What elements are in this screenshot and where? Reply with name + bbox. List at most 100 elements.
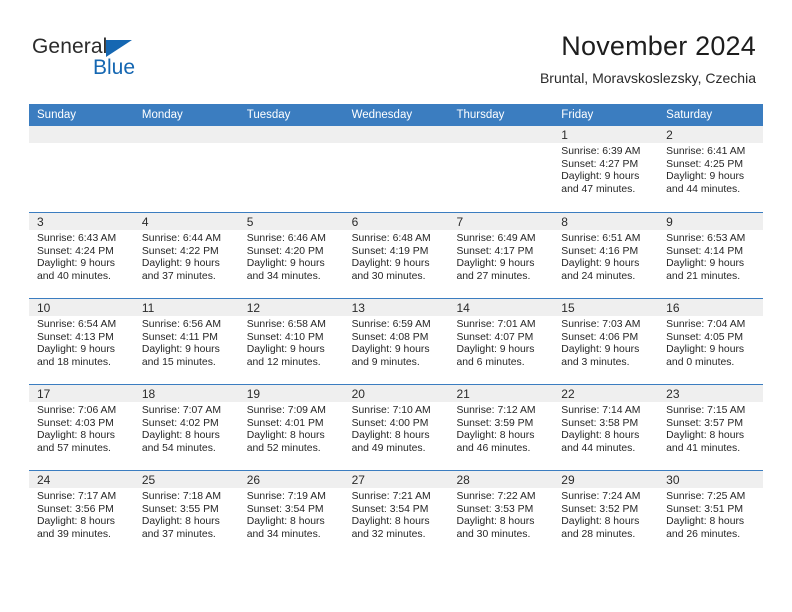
day-detail-line: Sunset: 3:57 PM	[666, 417, 743, 429]
calendar-day-cell[interactable]: 1 Sunrise: 6:39 AM Sunset: 4:27 PM Daylight…	[553, 126, 659, 212]
day-details: Sunrise: 6:51 AM Sunset: 4:16 PM Daylight:…	[553, 230, 658, 283]
calendar-day-cell[interactable]: 10 Sunrise: 6:54 AM Sunset: 4:13 PM Dayligh…	[29, 299, 134, 384]
day-detail-line: Sunrise: 7:22 AM	[456, 491, 536, 502]
day-detail-line: and 30 minutes.	[351, 270, 426, 282]
day-detail-line: and 47 minutes.	[561, 183, 636, 195]
day-detail-line: Sunset: 4:24 PM	[37, 245, 114, 257]
day-detail-line: Sunset: 3:51 PM	[666, 503, 743, 515]
calendar-day-cell[interactable]: 24 Sunrise: 7:17 AM Sunset: 3:56 PM Dayligh…	[29, 471, 134, 556]
day-detail-line: Daylight: 9 hours	[246, 344, 325, 356]
day-detail-line: Daylight: 9 hours	[37, 258, 115, 270]
day-detail-line: and 32 minutes.	[351, 528, 426, 540]
calendar-week-row: 1 Sunrise: 6:39 AM Sunset: 4:27 PM Daylight…	[29, 126, 764, 212]
day-details: Sunrise: 6:39 AM Sunset: 4:27 PM Daylight:…	[553, 143, 658, 196]
calendar-day-cell[interactable]: 12 Sunrise: 6:58 AM Sunset: 4:10 PM Dayligh…	[238, 299, 344, 384]
day-details: Sunrise: 7:17 AM Sunset: 3:56 PM Daylight:…	[29, 488, 134, 541]
day-detail-line: Sunrise: 6:41 AM	[666, 146, 746, 157]
day-number: 22	[561, 387, 575, 401]
day-detail-line: Sunrise: 7:09 AM	[246, 405, 326, 416]
calendar-day-cell-empty	[448, 126, 554, 212]
day-detail-line: and 3 minutes.	[561, 356, 630, 368]
day-number-band: 3	[29, 213, 134, 230]
calendar-day-cell[interactable]: 28 Sunrise: 7:22 AM Sunset: 3:53 PM Dayligh…	[448, 471, 554, 556]
day-detail-line: Sunrise: 7:10 AM	[351, 405, 431, 416]
calendar-day-cell[interactable]: 7 Sunrise: 6:49 AM Sunset: 4:17 PM Daylight…	[448, 213, 554, 298]
calendar-day-cell[interactable]: 4 Sunrise: 6:44 AM Sunset: 4:22 PM Daylight…	[133, 213, 239, 298]
day-detail-line: Sunrise: 7:04 AM	[666, 319, 746, 330]
calendar-day-cell[interactable]: 13 Sunrise: 6:59 AM Sunset: 4:08 PM Dayligh…	[343, 299, 449, 384]
day-detail-line: and 28 minutes.	[561, 528, 636, 540]
day-detail-line: and 0 minutes.	[666, 356, 735, 368]
day-detail-line: Daylight: 9 hours	[351, 258, 430, 270]
day-number-band: 30	[658, 471, 764, 488]
day-detail-line: Daylight: 9 hours	[666, 344, 745, 356]
day-details: Sunrise: 6:54 AM Sunset: 4:13 PM Daylight:…	[29, 316, 134, 369]
day-details: Sunrise: 6:48 AM Sunset: 4:19 PM Daylight:…	[344, 230, 449, 283]
day-detail-line: Sunset: 4:10 PM	[246, 331, 324, 343]
calendar-day-cell[interactable]: 17 Sunrise: 7:06 AM Sunset: 4:03 PM Dayligh…	[29, 385, 134, 470]
day-number-band	[29, 126, 134, 143]
calendar-day-cell[interactable]: 29 Sunrise: 7:24 AM Sunset: 3:52 PM Dayligh…	[553, 471, 659, 556]
calendar-week-row: 10 Sunrise: 6:54 AM Sunset: 4:13 PM Dayligh…	[29, 298, 764, 384]
day-details: Sunrise: 7:01 AM Sunset: 4:07 PM Daylight:…	[448, 316, 553, 369]
calendar-day-cell[interactable]: 8 Sunrise: 6:51 AM Sunset: 4:16 PM Daylight…	[553, 213, 659, 298]
day-detail-line: Daylight: 8 hours	[141, 430, 220, 442]
day-detail-line: Sunset: 4:22 PM	[141, 245, 219, 257]
day-details: Sunrise: 7:10 AM Sunset: 4:00 PM Daylight:…	[344, 402, 449, 455]
day-number: 1	[561, 128, 568, 142]
day-number: 17	[37, 387, 51, 401]
day-detail-line: Sunrise: 7:21 AM	[351, 491, 431, 502]
calendar-day-cell[interactable]: 19 Sunrise: 7:09 AM Sunset: 4:01 PM Dayligh…	[238, 385, 344, 470]
day-number: 16	[666, 301, 680, 315]
calendar-day-cell[interactable]: 25 Sunrise: 7:18 AM Sunset: 3:55 PM Dayligh…	[133, 471, 239, 556]
calendar-day-cell[interactable]: 22 Sunrise: 7:14 AM Sunset: 3:58 PM Dayligh…	[553, 385, 659, 470]
day-number-band: 29	[553, 471, 659, 488]
day-number-band: 25	[133, 471, 239, 488]
day-number-band: 21	[448, 385, 554, 402]
calendar-day-cell[interactable]: 11 Sunrise: 6:56 AM Sunset: 4:11 PM Dayligh…	[133, 299, 239, 384]
day-number-band: 7	[448, 213, 554, 230]
calendar-day-cell[interactable]: 5 Sunrise: 6:46 AM Sunset: 4:20 PM Daylight…	[238, 213, 344, 298]
day-detail-line: Daylight: 9 hours	[246, 258, 325, 270]
day-number: 3	[37, 215, 44, 229]
day-number-band	[343, 126, 449, 143]
day-detail-line: Daylight: 8 hours	[456, 430, 535, 442]
calendar-day-cell[interactable]: 2 Sunrise: 6:41 AM Sunset: 4:25 PM Daylight…	[658, 126, 764, 212]
day-detail-line: Daylight: 9 hours	[456, 344, 535, 356]
day-details: Sunrise: 7:07 AM Sunset: 4:02 PM Daylight:…	[134, 402, 239, 455]
day-number-band: 24	[29, 471, 134, 488]
calendar-day-cell[interactable]: 23 Sunrise: 7:15 AM Sunset: 3:57 PM Dayligh…	[658, 385, 764, 470]
calendar-day-cell[interactable]: 3 Sunrise: 6:43 AM Sunset: 4:24 PM Daylight…	[29, 213, 134, 298]
day-detail-line: Daylight: 9 hours	[666, 258, 745, 270]
day-detail-line: Daylight: 8 hours	[141, 516, 220, 528]
calendar-day-cell[interactable]: 15 Sunrise: 7:03 AM Sunset: 4:06 PM Dayligh…	[553, 299, 659, 384]
calendar-day-cell[interactable]: 6 Sunrise: 6:48 AM Sunset: 4:19 PM Daylight…	[343, 213, 449, 298]
title-block: November 2024 Bruntal, Moravskoslezsky, …	[236, 30, 756, 86]
day-detail-line: and 52 minutes.	[246, 442, 321, 454]
day-detail-line: Daylight: 8 hours	[246, 430, 325, 442]
day-number-band	[133, 126, 239, 143]
day-detail-line: Daylight: 9 hours	[456, 258, 535, 270]
day-details: Sunrise: 7:12 AM Sunset: 3:59 PM Daylight:…	[448, 402, 553, 455]
day-detail-line: Sunset: 4:16 PM	[561, 245, 639, 257]
calendar-day-cell[interactable]: 18 Sunrise: 7:07 AM Sunset: 4:02 PM Dayligh…	[133, 385, 239, 470]
day-detail-line: Sunrise: 7:25 AM	[666, 491, 746, 502]
day-detail-line: Sunset: 3:55 PM	[141, 503, 219, 515]
calendar-day-cell[interactable]: 9 Sunrise: 6:53 AM Sunset: 4:14 PM Daylight…	[658, 213, 764, 298]
day-detail-line: Sunrise: 7:15 AM	[666, 405, 746, 416]
day-number: 10	[37, 301, 51, 315]
calendar-day-cell[interactable]: 27 Sunrise: 7:21 AM Sunset: 3:54 PM Dayligh…	[343, 471, 449, 556]
day-detail-line: Sunset: 4:03 PM	[37, 417, 114, 429]
day-details	[448, 143, 553, 146]
day-number-band: 12	[238, 299, 344, 316]
calendar-day-cell[interactable]: 21 Sunrise: 7:12 AM Sunset: 3:59 PM Dayligh…	[448, 385, 554, 470]
day-number: 26	[246, 473, 261, 487]
calendar-day-cell[interactable]: 30 Sunrise: 7:25 AM Sunset: 3:51 PM Dayligh…	[658, 471, 764, 556]
day-details: Sunrise: 7:22 AM Sunset: 3:53 PM Daylight:…	[448, 488, 553, 541]
calendar-day-cell[interactable]: 14 Sunrise: 7:01 AM Sunset: 4:07 PM Dayligh…	[448, 299, 554, 384]
calendar-day-cell[interactable]: 26 Sunrise: 7:19 AM Sunset: 3:54 PM Dayligh…	[238, 471, 344, 556]
calendar-day-cell[interactable]: 20 Sunrise: 7:10 AM Sunset: 4:00 PM Dayligh…	[343, 385, 449, 470]
day-detail-line: Sunset: 4:08 PM	[351, 331, 429, 343]
day-number: 2	[666, 128, 673, 142]
calendar-day-cell[interactable]: 16 Sunrise: 7:04 AM Sunset: 4:05 PM Dayligh…	[658, 299, 764, 384]
